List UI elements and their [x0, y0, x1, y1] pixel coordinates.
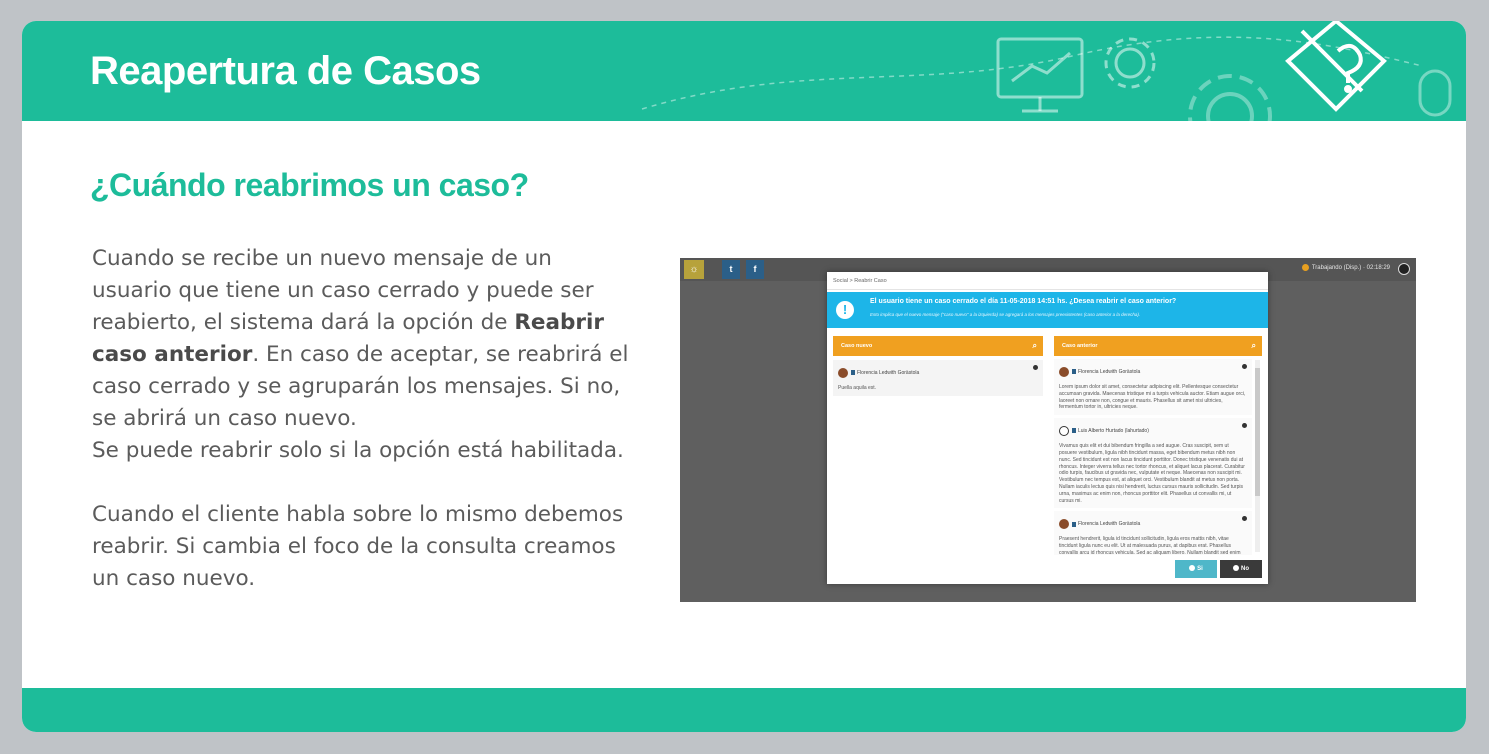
- message-item: Florencia Ledwith Gorästola Puella aquil…: [833, 360, 1043, 396]
- scrollbar[interactable]: [1255, 360, 1260, 552]
- status-icon: [1301, 264, 1309, 271]
- reopen-alert: ! El usuario tiene un caso cerrado el dí…: [827, 292, 1268, 328]
- alert-subtitle: Esto implica que el nuevo mensaje ("caso…: [870, 312, 1141, 317]
- search-icon[interactable]: ⌕: [1252, 341, 1256, 351]
- message-text: Puella aquila est.: [838, 385, 877, 391]
- mouse-icon: [1418, 69, 1452, 117]
- panel-title: Caso nuevo: [841, 343, 873, 349]
- options-icon[interactable]: [1242, 516, 1247, 522]
- yes-label: Si: [1197, 566, 1203, 572]
- yes-button[interactable]: Si: [1175, 560, 1217, 578]
- info-icon: !: [836, 301, 854, 319]
- avatar: [1059, 366, 1069, 377]
- message-item: Luis Alberto Hurtado (lahurtado) Vivamus…: [1054, 418, 1252, 509]
- section-heading: ¿Cuándo reabrimos un caso?: [90, 167, 529, 203]
- alert-title: El usuario tiene un caso cerrado el día …: [870, 298, 1177, 305]
- status-text: Trabajando (Disp.) · 02:18:29: [1311, 265, 1390, 272]
- message-text: Lorem ipsum dolor sit amet, consectetur …: [1059, 384, 1246, 411]
- embedded-screenshot: ☼ t f Trabajando (Disp.) · 02:18:29 Soci…: [680, 258, 1416, 602]
- facebook-icon: [1072, 428, 1076, 434]
- footer-bar: [22, 688, 1466, 732]
- message-author: Florencia Ledwith Gorästola: [1078, 521, 1141, 528]
- agent-headset-icon: [1059, 425, 1069, 436]
- message-item: Florencia Ledwith Gorästola Praesent hen…: [1054, 511, 1252, 556]
- gear-icon: [1104, 37, 1156, 89]
- paragraph-criteria: Cuando el cliente habla sobre lo mismo d…: [92, 502, 624, 591]
- message-item: Florencia Ledwith Gorästola Lorem ipsum …: [1054, 359, 1252, 416]
- facebook-icon: [851, 370, 855, 376]
- scrollbar-thumb[interactable]: [1255, 368, 1260, 496]
- agent-status[interactable]: Trabajando (Disp.) · 02:18:29: [1301, 264, 1390, 272]
- body-text: Cuando se recibe un nuevo mensaje de un …: [92, 243, 637, 595]
- panel-title: Caso anterior: [1062, 343, 1098, 349]
- message-author: Florencia Ledwith Gorästola: [1078, 368, 1141, 375]
- page-title: Reapertura de Casos: [90, 49, 481, 93]
- message-text: Praesent hendrerit, ligula id tincidunt …: [1059, 536, 1241, 556]
- slide: Reapertura de Casos ¿Cuándo reabrimos un…: [22, 21, 1466, 732]
- support-logo-icon: [1285, 21, 1387, 112]
- large-gear-icon: [1188, 74, 1272, 121]
- new-case-panel: Caso nuevo ⌕ Florencia Ledwith Gorästola…: [833, 336, 1043, 556]
- check-icon: [1189, 565, 1196, 572]
- paragraph-enabled-note: Se puede reabrir solo si la opción está …: [92, 438, 624, 463]
- avatar: [838, 367, 848, 378]
- app-logo-icon: ☼: [684, 260, 704, 279]
- twitter-icon[interactable]: t: [722, 260, 740, 279]
- facebook-icon[interactable]: f: [746, 260, 764, 279]
- options-icon[interactable]: [1033, 365, 1038, 370]
- header-banner: Reapertura de Casos: [22, 21, 1466, 121]
- no-label: No: [1241, 566, 1249, 572]
- user-icon[interactable]: [1398, 263, 1410, 275]
- no-button[interactable]: No: [1220, 560, 1262, 578]
- reopen-case-modal: Social > Reabrir Caso ! El usuario tiene…: [827, 272, 1268, 584]
- message-author: Florencia Ledwith Gorästola: [857, 369, 920, 376]
- paragraph-reopen-explanation: Cuando se recibe un nuevo mensaje de un …: [92, 243, 637, 435]
- close-icon: [1233, 565, 1239, 572]
- previous-case-header: Caso anterior ⌕: [1054, 336, 1262, 356]
- monitor-icon: [996, 37, 1084, 113]
- options-icon[interactable]: [1242, 423, 1247, 429]
- facebook-icon: [1072, 521, 1076, 527]
- message-text: Vivamus quis elit et dui bibendum fringi…: [1059, 443, 1245, 504]
- modal-breadcrumb: Social > Reabrir Caso: [827, 272, 1268, 290]
- message-author: Luis Alberto Hurtado (lahurtado): [1078, 427, 1149, 434]
- previous-case-panel: Caso anterior ⌕ Florencia Ledwith Goräst…: [1054, 336, 1262, 556]
- facebook-icon: [1072, 369, 1076, 375]
- avatar: [1059, 519, 1069, 530]
- options-icon[interactable]: [1242, 364, 1247, 369]
- new-case-header: Caso nuevo ⌕: [833, 336, 1043, 356]
- search-icon[interactable]: ⌕: [1033, 341, 1037, 351]
